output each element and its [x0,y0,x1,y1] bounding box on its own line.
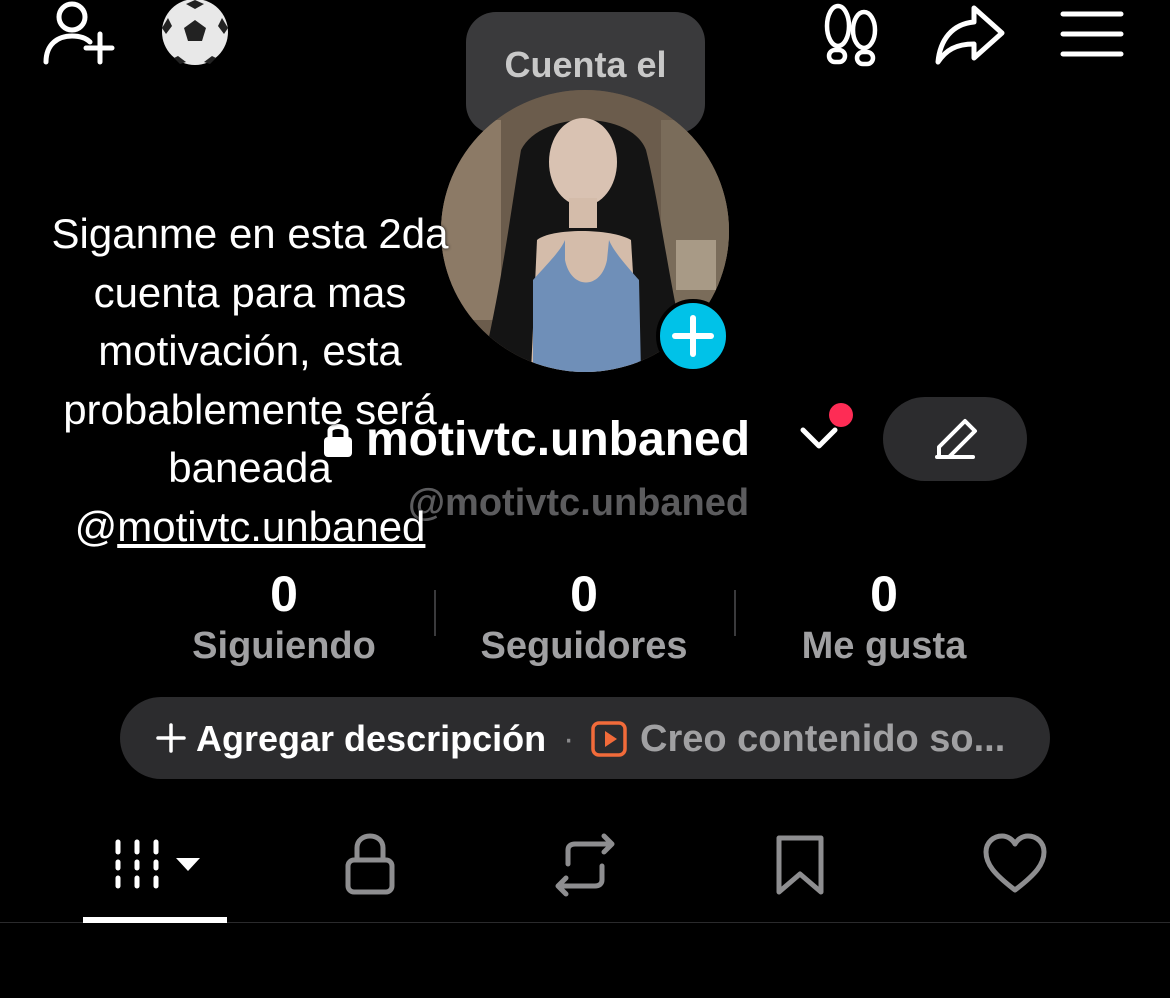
caption-line: cuenta para mas [93,268,407,316]
bubble-line-1: Cuenta el [504,44,667,85]
active-tab-indicator [83,917,227,923]
tab-saved[interactable] [772,830,828,900]
following-label: Siguiendo [192,625,376,667]
stat-following[interactable]: 0 Siguiendo [134,566,434,668]
footprints-icon[interactable] [820,2,884,68]
menu-icon[interactable] [1060,10,1124,60]
following-count: 0 [270,566,298,622]
caption-line: baneada [168,444,332,491]
edit-profile-button[interactable] [883,397,1027,481]
caption-at: @ [74,502,118,550]
stat-likes[interactable]: 0 Me gusta [734,566,1034,668]
grid-icon [115,839,200,889]
caption-line: probablemente será [63,385,437,433]
soccer-ball-icon [160,0,232,68]
pencil-icon [935,419,977,459]
caption-mention-line: @motivtc.unbaned [10,498,490,557]
caption-line: motivación, esta [98,327,402,374]
likes-label: Me gusta [801,625,967,667]
add-avatar-button[interactable] [656,299,730,373]
creator-category-label[interactable]: Creo contenido so... [640,716,1005,762]
likes-count: 0 [870,566,898,622]
play-video-icon [590,720,628,758]
stat-followers[interactable]: 0 Seguidores [434,566,734,668]
tab-videos-grid[interactable] [110,830,210,900]
heart-icon [983,833,1047,893]
tab-reposts[interactable] [550,830,620,900]
plus-icon [156,722,186,754]
tab-private[interactable] [340,830,400,900]
add-description-label[interactable]: Agregar descripción [196,716,546,762]
bio-separator: · [563,720,575,758]
overlay-caption: Siganme en esta 2da cuenta para mas moti… [10,205,490,556]
tab-liked[interactable] [982,830,1048,900]
followers-count: 0 [570,566,598,622]
repost-icon [555,833,615,897]
bookmark-icon [776,835,824,895]
share-icon[interactable] [934,2,1008,68]
notification-dot [829,403,853,427]
lock-icon [345,833,395,895]
followers-label: Seguidores [480,625,688,667]
caption-line: Siganme en esta 2da [51,210,449,257]
caption-mention-link[interactable]: motivtc.unbaned [117,503,425,550]
add-friend-icon[interactable] [40,0,116,70]
chevron-down-icon[interactable] [798,420,840,456]
